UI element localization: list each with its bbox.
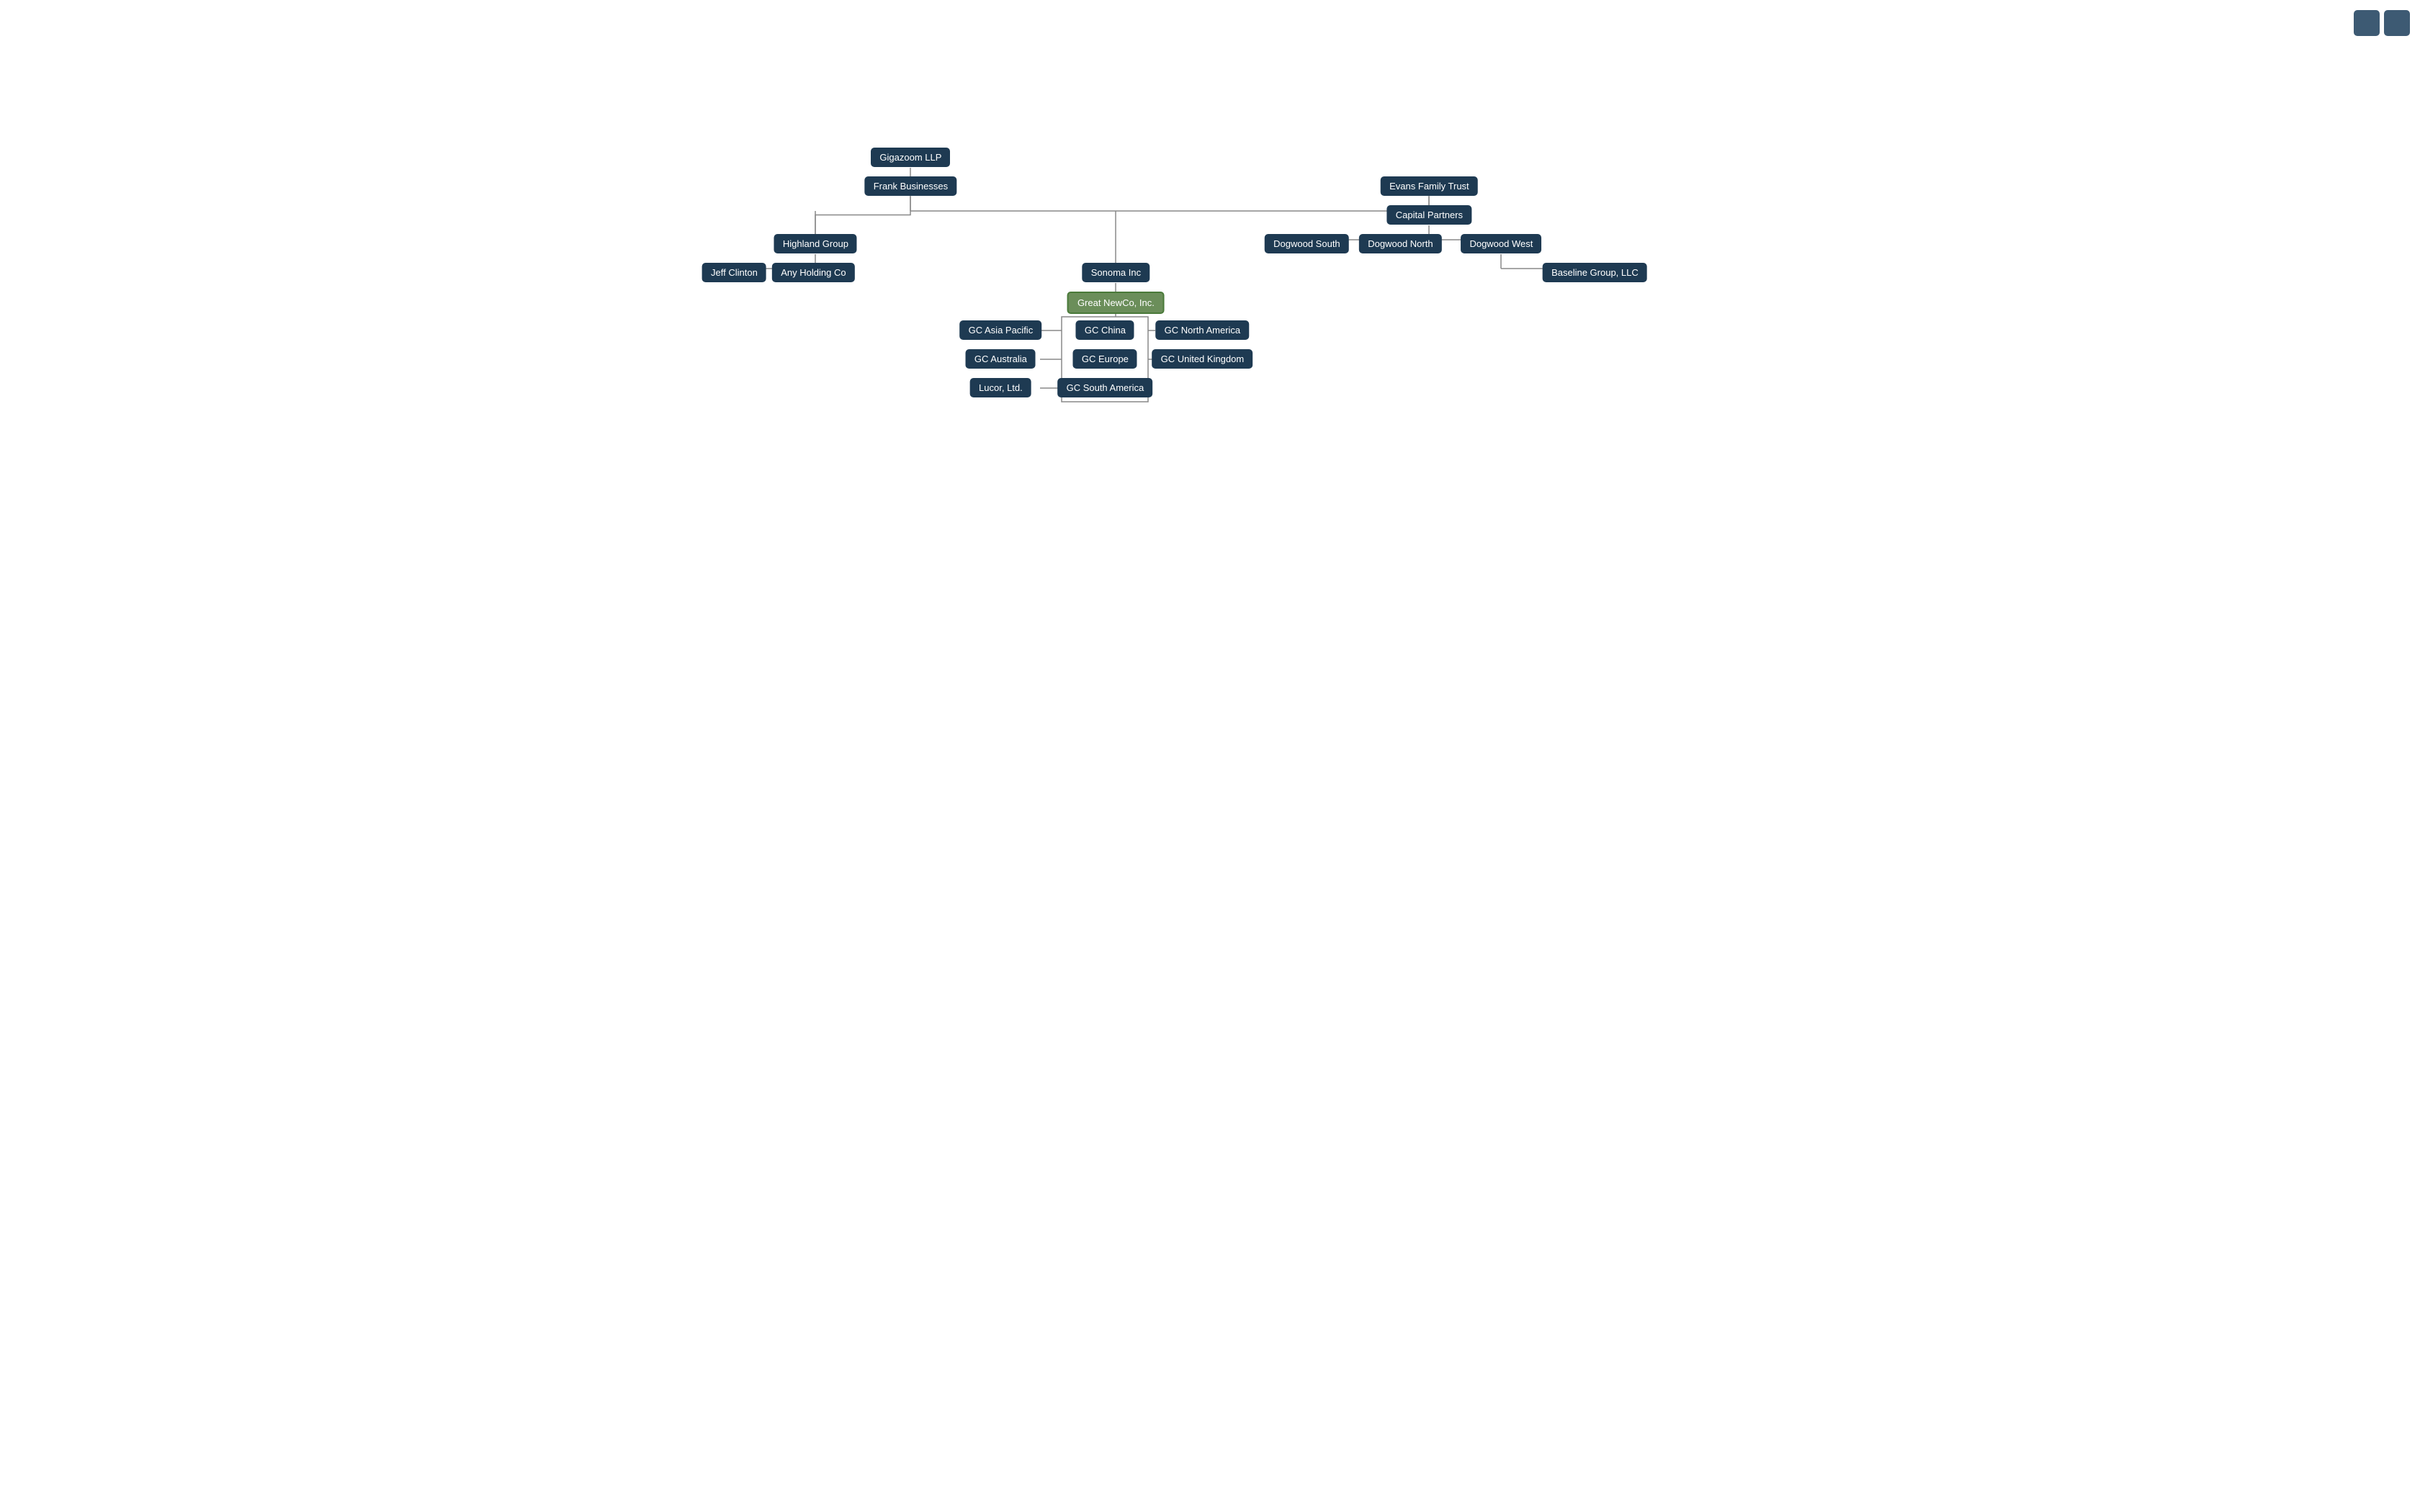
- node-gc_china[interactable]: GC China: [1076, 320, 1134, 340]
- connector-lines: [702, 0, 1718, 635]
- help-button[interactable]: [2384, 10, 2410, 36]
- node-gc_europe[interactable]: GC Europe: [1073, 349, 1137, 369]
- node-sonoma[interactable]: Sonoma Inc: [1083, 263, 1150, 282]
- node-gc_south[interactable]: GC South America: [1058, 378, 1153, 397]
- node-evans[interactable]: Evans Family Trust: [1381, 176, 1478, 196]
- node-gc_asia[interactable]: GC Asia Pacific: [960, 320, 1042, 340]
- node-anyholding[interactable]: Any Holding Co: [772, 263, 854, 282]
- toolbar: [2354, 10, 2410, 36]
- print-button[interactable]: [2354, 10, 2380, 36]
- chart-container: Gigazoom LLP Frank Businesses Evans Family…: [702, 0, 1718, 635]
- node-greatnewco[interactable]: Great NewCo, Inc.: [1067, 292, 1165, 314]
- node-lucor[interactable]: Lucor, Ltd.: [970, 378, 1031, 397]
- node-frank[interactable]: Frank Businesses: [865, 176, 956, 196]
- node-gc_north[interactable]: GC North America: [1156, 320, 1249, 340]
- node-dogwood_north[interactable]: Dogwood North: [1359, 234, 1441, 253]
- node-gigazoom[interactable]: Gigazoom LLP: [871, 148, 950, 167]
- node-gc_uk[interactable]: GC United Kingdom: [1152, 349, 1253, 369]
- node-dogwood_west[interactable]: Dogwood West: [1461, 234, 1541, 253]
- node-jeff[interactable]: Jeff Clinton: [702, 263, 766, 282]
- node-gc_australia[interactable]: GC Australia: [966, 349, 1036, 369]
- node-dogwood_south[interactable]: Dogwood South: [1265, 234, 1349, 253]
- node-capital[interactable]: Capital Partners: [1387, 205, 1471, 225]
- node-highland[interactable]: Highland Group: [774, 234, 857, 253]
- node-baseline[interactable]: Baseline Group, LLC: [1543, 263, 1647, 282]
